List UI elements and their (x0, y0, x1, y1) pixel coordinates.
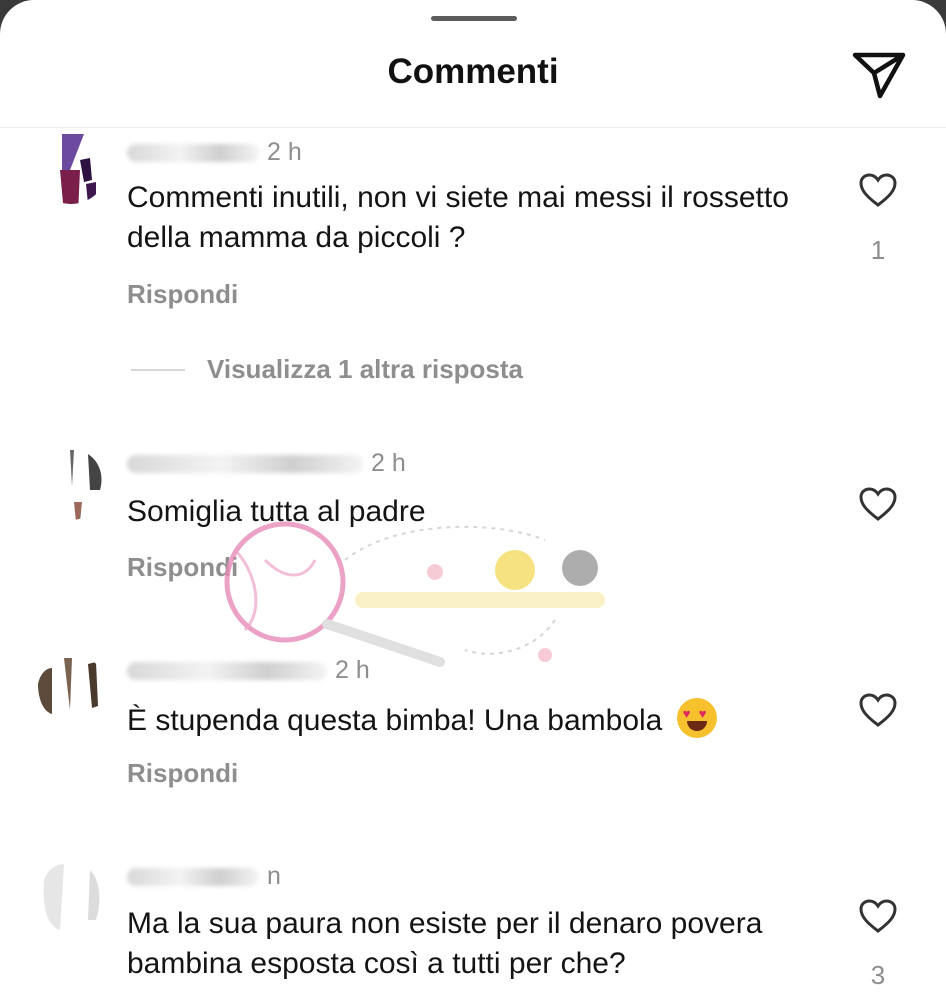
comment-username[interactable]: n (127, 862, 281, 891)
heart-eyes-emoji: ♥ ♥ (676, 698, 717, 738)
avatar[interactable] (34, 130, 108, 204)
heart-icon (859, 487, 897, 521)
comment-text: Ma la sua paura non esiste per il denaro… (127, 907, 763, 980)
redacted-username (127, 455, 363, 474)
comments-list: 2 h Commenti inutili, non vi siete mai m… (0, 128, 946, 1003)
avatar[interactable] (34, 446, 108, 520)
avatar[interactable] (34, 654, 108, 728)
comment-text: Somiglia tutta al padre (127, 495, 426, 528)
redacted-username (127, 662, 327, 681)
heart-icon (859, 899, 897, 933)
like-button[interactable] (856, 688, 900, 732)
like-button[interactable] (856, 894, 900, 938)
redacted-username (127, 144, 259, 163)
reply-button[interactable]: Rispondi (127, 758, 238, 789)
like-button[interactable] (856, 482, 900, 526)
reply-button[interactable]: Rispondi (127, 279, 238, 310)
comment-time: 2 h (335, 656, 370, 684)
heart-icon (859, 173, 897, 207)
comment-username[interactable]: 2 h (127, 656, 370, 685)
comment-text-content: È stupenda questa bimba! Una bambola (127, 704, 663, 737)
comment-time: n (267, 862, 281, 890)
replies-divider (131, 368, 185, 371)
comment-text: Commenti inutili, non vi siete mai messi… (127, 181, 789, 254)
comment-username[interactable]: 2 h (127, 138, 302, 167)
comment-time: 2 h (267, 138, 302, 166)
heart-icon (859, 693, 897, 727)
like-count: 1 (870, 235, 886, 265)
view-more-replies-label: Visualizza 1 altra risposta (207, 354, 523, 384)
paper-plane-icon (852, 52, 906, 99)
comment-time: 2 h (371, 449, 406, 477)
avatar[interactable] (34, 860, 108, 934)
comment-username[interactable]: 2 h (127, 449, 406, 478)
share-button[interactable] (850, 47, 908, 103)
like-button[interactable] (856, 168, 900, 212)
view-more-replies[interactable]: Visualizza 1 altra risposta (131, 354, 523, 385)
reply-button[interactable]: Rispondi (127, 552, 238, 583)
page-title: Commenti (387, 52, 559, 91)
redacted-username (127, 868, 259, 887)
comments-sheet: Commenti 2 h Commenti inutili, non vi si… (0, 0, 946, 1003)
like-count: 3 (870, 960, 886, 990)
comment-text: È stupenda questa bimba! Una bambola ♥ ♥ (127, 698, 827, 741)
comments-header: Commenti (0, 0, 946, 128)
